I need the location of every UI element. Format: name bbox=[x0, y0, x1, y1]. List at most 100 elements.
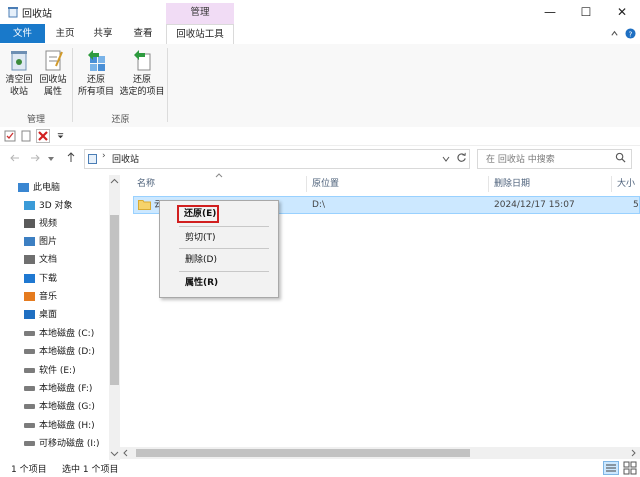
column-divider[interactable] bbox=[306, 176, 307, 192]
sidebar-item-label: 音乐 bbox=[39, 292, 58, 302]
column-divider[interactable] bbox=[488, 176, 489, 192]
search-placeholder: 在 回收站 中搜索 bbox=[486, 155, 555, 165]
horizontal-scrollbar-thumb[interactable] bbox=[136, 449, 470, 457]
restore-all-label: 还原 所有项目 bbox=[77, 75, 114, 97]
menu-item-cut[interactable]: 剪切(T) bbox=[185, 230, 216, 246]
scroll-left-icon[interactable] bbox=[122, 449, 129, 457]
sidebar-item[interactable]: 下载 bbox=[24, 270, 57, 288]
tab-home[interactable]: 主页 bbox=[48, 24, 82, 43]
back-arrow-icon[interactable] bbox=[10, 153, 20, 163]
group-label-restore: 还原 bbox=[111, 115, 130, 125]
column-header-name[interactable]: 名称 bbox=[137, 175, 305, 193]
video-icon bbox=[24, 219, 35, 228]
menu-item-properties[interactable]: 属性(R) bbox=[185, 275, 218, 291]
checkbox-properties-icon[interactable] bbox=[4, 130, 16, 142]
recycle-bin-icon bbox=[8, 7, 18, 18]
sidebar-item[interactable]: 3D 对象 bbox=[24, 197, 73, 215]
column-header-original-location[interactable]: 原位置 bbox=[312, 175, 488, 193]
tab-file[interactable]: 文件 bbox=[0, 24, 45, 43]
column-header-size[interactable]: 大小 bbox=[617, 175, 640, 193]
close-button[interactable]: ✕ bbox=[604, 0, 640, 24]
sidebar-item[interactable]: 本地磁盘 (C:) bbox=[24, 325, 94, 343]
restore-selected-label: 还原 选定的项目 bbox=[119, 75, 165, 97]
download-icon bbox=[24, 274, 35, 283]
large-icons-view-icon[interactable] bbox=[623, 461, 637, 475]
drive-icon bbox=[24, 349, 35, 354]
sidebar-item[interactable]: 桌面 bbox=[24, 306, 57, 324]
sidebar-item-label: 图片 bbox=[39, 237, 58, 247]
sidebar-item-label: 文档 bbox=[39, 255, 58, 265]
sidebar-item[interactable]: 音乐 bbox=[24, 288, 57, 306]
context-tab-header: 管理 bbox=[166, 3, 234, 24]
menu-separator bbox=[179, 271, 269, 272]
sidebar-item[interactable]: 本地磁盘 (H:) bbox=[24, 417, 95, 435]
refresh-icon[interactable] bbox=[456, 152, 467, 163]
sidebar-item[interactable]: 本地磁盘 (D:) bbox=[24, 343, 95, 361]
sidebar-item-label: 本地磁盘 (H:) bbox=[39, 421, 95, 431]
drive-icon bbox=[24, 404, 35, 409]
sidebar-item[interactable]: 视频 bbox=[24, 215, 57, 233]
music-icon bbox=[24, 292, 35, 301]
empty-bin-icon bbox=[11, 51, 27, 71]
sidebar-item[interactable]: 本地磁盘 (F:) bbox=[24, 380, 92, 398]
up-arrow-icon[interactable] bbox=[66, 152, 76, 163]
breadcrumb-separator: › bbox=[102, 151, 106, 161]
sidebar-item-label: 本地磁盘 (D:) bbox=[39, 347, 95, 357]
restore-selected-icon bbox=[134, 50, 151, 71]
recycle-bin-small-icon bbox=[88, 154, 97, 164]
menu-item-restore[interactable]: 还原(E) bbox=[184, 206, 216, 222]
sidebar-item[interactable]: 可移动磁盘 (I:) bbox=[24, 435, 100, 453]
restore-selected-button[interactable]: 还原 选定的项目 bbox=[118, 48, 166, 106]
sidebar-item[interactable]: 软件 (E:) bbox=[24, 362, 76, 380]
scroll-up-icon[interactable] bbox=[110, 178, 119, 185]
tab-recycle-bin-tools[interactable]: 回收站工具 bbox=[166, 24, 234, 45]
empty-recycle-bin-button[interactable]: 清空回 收站 bbox=[2, 48, 36, 106]
document-icon bbox=[24, 255, 35, 264]
sidebar-item-label: 软件 (E:) bbox=[39, 366, 76, 376]
forward-arrow-icon[interactable] bbox=[30, 153, 40, 163]
properties-label: 回收站 属性 bbox=[39, 75, 67, 97]
tab-view[interactable]: 查看 bbox=[126, 24, 160, 43]
details-view-icon[interactable] bbox=[603, 461, 619, 475]
drive-icon bbox=[24, 386, 35, 391]
sidebar-item-label: 下载 bbox=[39, 274, 58, 284]
blank-document-icon[interactable] bbox=[20, 130, 32, 142]
removable-drive-icon bbox=[24, 441, 35, 446]
drive-icon bbox=[24, 423, 35, 428]
picture-icon bbox=[24, 237, 35, 246]
scroll-down-icon[interactable] bbox=[110, 450, 119, 457]
restore-all-button[interactable]: 还原 所有项目 bbox=[74, 48, 118, 106]
minimize-button[interactable]: — bbox=[532, 0, 568, 24]
maximize-button[interactable]: ☐ bbox=[568, 0, 604, 24]
sidebar-item-label: 3D 对象 bbox=[39, 201, 73, 211]
svg-text:?: ? bbox=[629, 29, 633, 38]
recent-locations-icon[interactable] bbox=[47, 155, 55, 163]
column-header-date-deleted[interactable]: 删除日期 bbox=[494, 175, 612, 193]
recycle-bin-properties-button[interactable]: 回收站 属性 bbox=[36, 48, 70, 106]
search-icon[interactable] bbox=[615, 152, 626, 163]
menu-item-delete[interactable]: 删除(D) bbox=[185, 252, 217, 268]
sidebar-item[interactable]: 此电脑 bbox=[18, 179, 60, 197]
tab-share[interactable]: 共享 bbox=[86, 24, 120, 43]
sidebar-item-label: 本地磁盘 (C:) bbox=[39, 329, 95, 339]
address-dropdown-icon[interactable] bbox=[442, 155, 450, 163]
help-icon[interactable]: ? bbox=[625, 28, 636, 39]
desktop-icon bbox=[24, 310, 35, 319]
column-divider[interactable] bbox=[611, 176, 612, 192]
delete-icon[interactable] bbox=[36, 129, 50, 143]
qat-dropdown-icon[interactable] bbox=[56, 131, 65, 140]
sidebar-item[interactable]: 图片 bbox=[24, 233, 57, 251]
3d-objects-icon bbox=[24, 201, 35, 210]
chevron-up-icon[interactable] bbox=[610, 29, 619, 38]
sidebar-item[interactable]: 文档 bbox=[24, 251, 57, 269]
address-bar[interactable] bbox=[84, 149, 470, 169]
scroll-right-icon[interactable] bbox=[630, 449, 637, 457]
sidebar-item[interactable]: 本地磁盘 (G:) bbox=[24, 398, 95, 416]
ribbon-group-divider bbox=[167, 48, 168, 122]
drive-icon bbox=[24, 331, 35, 336]
empty-bin-label: 清空回 收站 bbox=[5, 75, 33, 97]
breadcrumb[interactable]: 回收站 bbox=[112, 152, 139, 165]
sidebar-item-label: 此电脑 bbox=[33, 183, 61, 193]
nav-scrollbar-thumb[interactable] bbox=[110, 215, 119, 385]
sidebar-item-label: 本地磁盘 (G:) bbox=[39, 402, 95, 412]
